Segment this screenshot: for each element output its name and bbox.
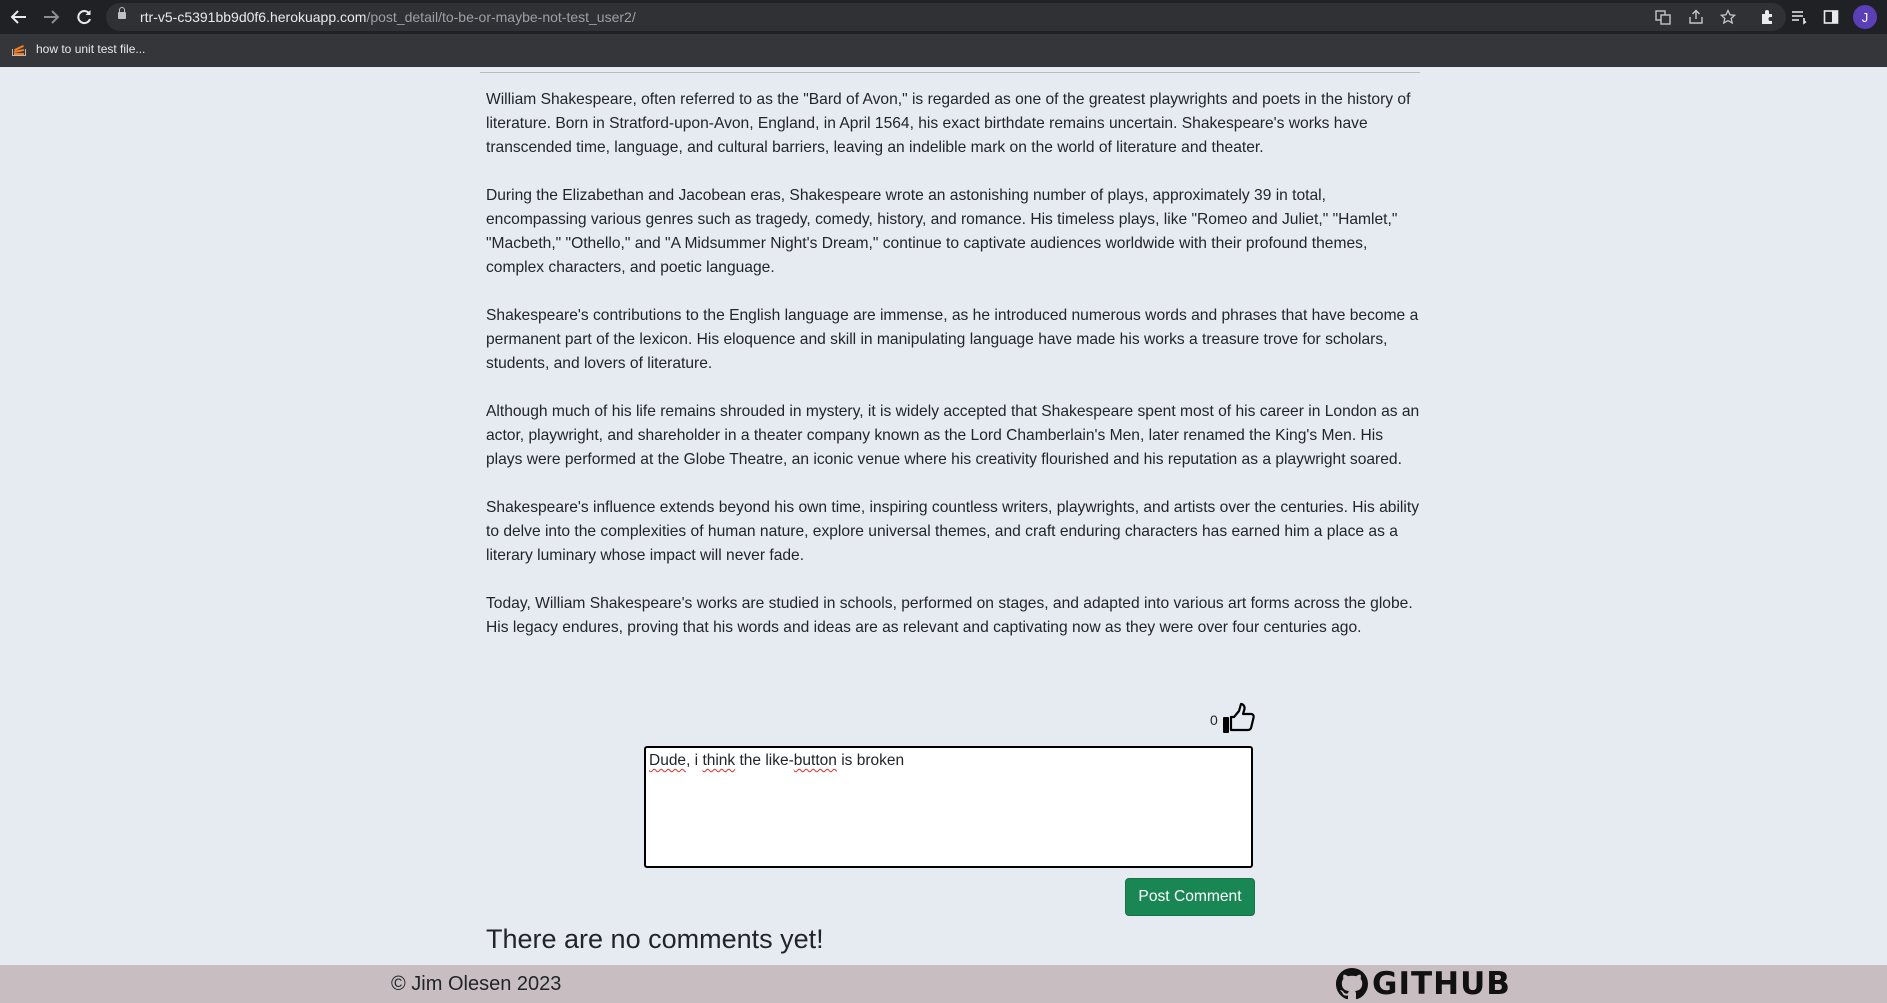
comment-text: Dude, i think the like-button is broken — [649, 752, 904, 769]
profile-avatar[interactable]: J — [1853, 5, 1877, 29]
bookmark-label: how to unit test file... — [36, 42, 146, 56]
github-icon — [1336, 968, 1368, 1000]
back-icon[interactable] — [7, 5, 31, 29]
no-comments-heading: There are no comments yet! — [486, 924, 824, 954]
bookmark-item[interactable]: how to unit test file... — [12, 41, 145, 57]
comment-text-part: is broken — [836, 752, 905, 769]
comment-textarea[interactable]: Dude, i think the like-button is broken — [644, 746, 1253, 868]
comment-text-part: button — [793, 752, 837, 769]
reading-list-icon[interactable] — [1789, 7, 1809, 27]
translate-icon[interactable] — [1654, 8, 1672, 26]
post-paragraph: William Shakespeare, often referred to a… — [486, 91, 1411, 156]
stackoverflow-icon — [12, 41, 26, 57]
like-section: 0 — [1200, 701, 1258, 737]
comment-text-part: , i — [686, 752, 703, 769]
url-path: /post_detail/to-be-or-maybe-not-test_use… — [366, 9, 636, 25]
post-body: William Shakespeare, often referred to a… — [486, 88, 1421, 664]
post-comment-button[interactable]: Post Comment — [1125, 878, 1255, 916]
address-bar[interactable]: rtr-v5-c5391bb9d0f6.herokuapp.com/post_d… — [106, 3, 1786, 31]
like-count: 0 — [1210, 712, 1218, 728]
post-paragraph: Today, William Shakespeare's works are s… — [486, 595, 1413, 636]
divider — [480, 72, 1420, 73]
post-paragraph: Shakespeare's influence extends beyond h… — [486, 499, 1419, 564]
github-link[interactable]: GITHUB — [1336, 968, 1511, 1000]
footer: © Jim Olesen 2023 GITHUB — [0, 965, 1887, 1003]
share-icon[interactable] — [1687, 8, 1705, 26]
url-host: rtr-v5-c5391bb9d0f6.herokuapp.com — [140, 9, 367, 25]
page-content: William Shakespeare, often referred to a… — [0, 67, 1887, 965]
thumbs-up-icon[interactable] — [1221, 701, 1257, 737]
comment-text-part: think — [702, 752, 736, 769]
lock-icon — [118, 7, 126, 19]
extensions-icon[interactable] — [1757, 7, 1777, 27]
bookmarks-bar: how to unit test file... — [0, 34, 1887, 67]
browser-toolbar: rtr-v5-c5391bb9d0f6.herokuapp.com/post_d… — [0, 0, 1887, 34]
url-text: rtr-v5-c5391bb9d0f6.herokuapp.com/post_d… — [140, 9, 636, 25]
reload-icon[interactable] — [72, 5, 96, 29]
github-label: GITHUB — [1372, 966, 1511, 1002]
copyright-text: © Jim Olesen 2023 — [391, 973, 562, 995]
comment-text-part: Dude — [649, 752, 687, 769]
post-paragraph: During the Elizabethan and Jacobean eras… — [486, 187, 1398, 276]
side-panel-icon[interactable] — [1821, 7, 1841, 27]
forward-icon[interactable] — [39, 5, 63, 29]
comment-text-part: the like- — [735, 752, 794, 769]
bookmark-star-icon[interactable] — [1719, 8, 1737, 26]
post-paragraph: Although much of his life remains shroud… — [486, 403, 1420, 468]
post-paragraph: Shakespeare's contributions to the Engli… — [486, 307, 1419, 372]
